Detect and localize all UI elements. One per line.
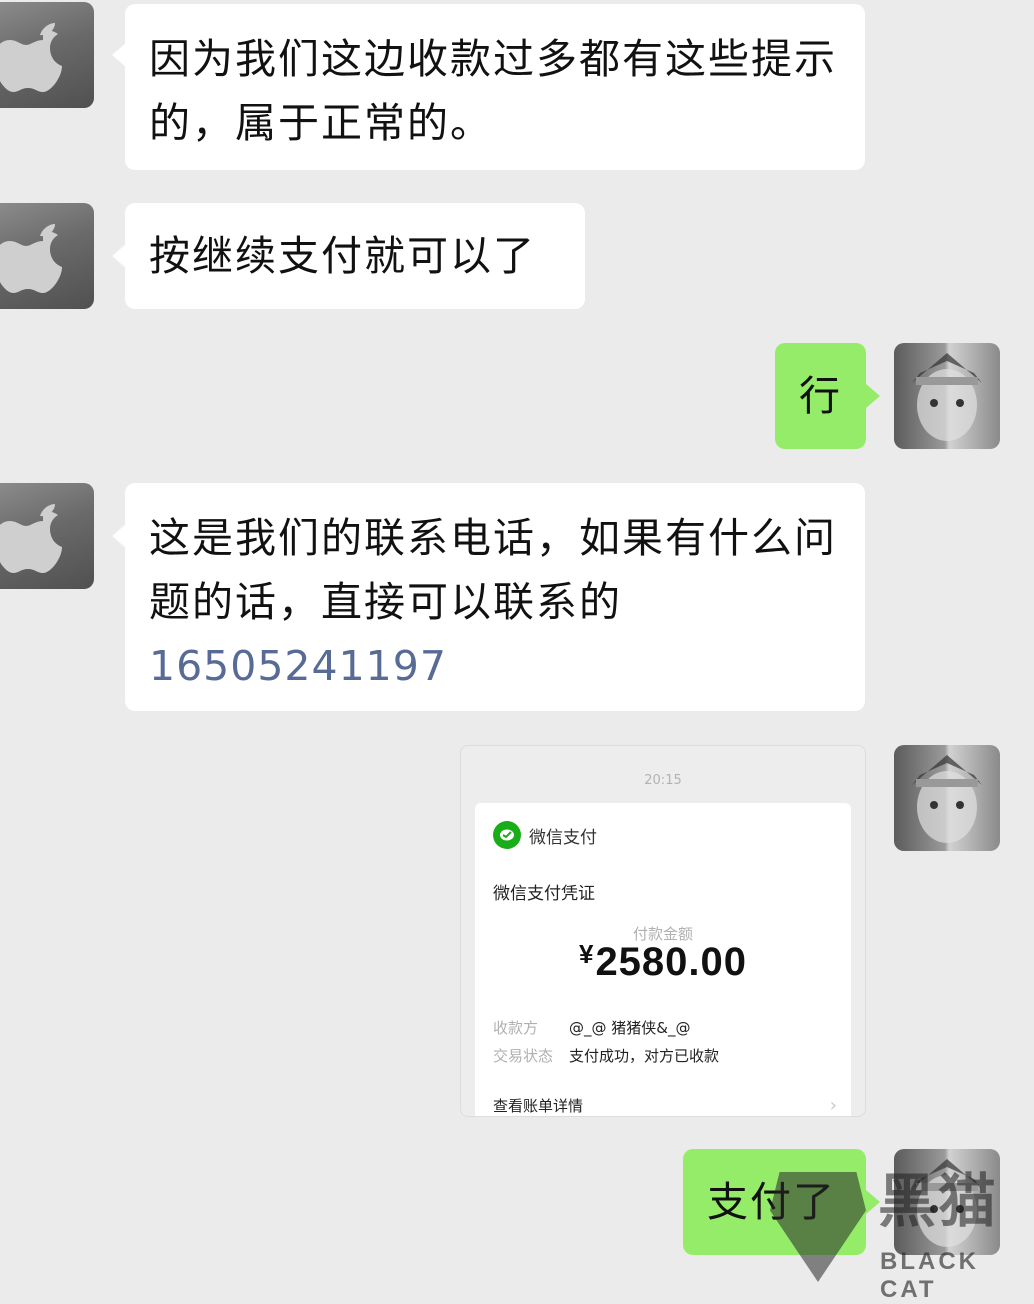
chevron-right-icon: › <box>829 1095 837 1116</box>
black-cat-watermark: 黑猫 BLACK CAT <box>770 1160 1034 1303</box>
bubble-tail <box>112 524 126 548</box>
message-bubble[interactable]: 行 <box>775 343 866 449</box>
payee-label: 收款方 <box>493 1019 539 1037</box>
amount-value: 2580.00 <box>595 940 748 984</box>
watermark-en: BLACK CAT <box>880 1248 979 1303</box>
message-text: 按继续支付就可以了 <box>149 232 536 280</box>
apple-avatar[interactable] <box>0 203 94 309</box>
view-bill-details-label: 查看账单详情 <box>493 1097 584 1115</box>
payment-voucher-body: 微信支付 微信支付凭证 付款金额 ¥2580.00 收款方 @_@ 猪猪侠&_@… <box>475 803 851 1116</box>
amount: ¥2580.00 <box>475 939 851 985</box>
user-avatar[interactable] <box>894 745 1000 851</box>
card-timestamp: 20:15 <box>644 773 682 788</box>
view-bill-details-link[interactable]: 查看账单详情 › <box>493 1095 837 1116</box>
message-text: 因为我们这边收款过多都有这些提示的，属于正常的。 <box>149 35 837 147</box>
bubble-tail <box>866 384 880 408</box>
status-value: 支付成功，对方已收款 <box>569 1047 720 1065</box>
apple-logo-icon <box>0 224 62 293</box>
apple-avatar[interactable] <box>0 483 94 589</box>
voucher-title: 微信支付凭证 <box>493 884 595 904</box>
apple-logo-icon <box>0 23 62 92</box>
apple-logo-icon <box>0 504 62 573</box>
payee-value: @_@ 猪猪侠&_@ <box>569 1019 691 1037</box>
message-bubble[interactable]: 按继续支付就可以了 <box>125 203 585 309</box>
message-bubble[interactable]: 这是我们的联系电话，如果有什么问题的话，直接可以联系的 16505241197 <box>125 483 865 711</box>
status-label: 交易状态 <box>493 1047 554 1065</box>
watermark-cn: 黑猫 <box>878 1167 999 1235</box>
currency-symbol: ¥ <box>578 939 594 969</box>
apple-avatar[interactable] <box>0 2 94 108</box>
bubble-tail <box>112 244 126 268</box>
wechat-pay-icon <box>493 821 521 849</box>
anime-face-icon <box>912 755 982 843</box>
payee-row: 收款方 @_@ 猪猪侠&_@ <box>493 1017 690 1038</box>
anime-face-icon <box>912 353 982 441</box>
message-text: 这是我们的联系电话，如果有什么问题的话，直接可以联系的 <box>149 514 837 626</box>
payment-voucher-card[interactable]: 20:15 微信支付 微信支付凭证 付款金额 ¥2580.00 收款方 @_@ … <box>460 745 866 1117</box>
bubble-tail <box>112 43 126 67</box>
message-text: 行 <box>799 372 842 420</box>
cat-shield-icon <box>770 1172 866 1282</box>
message-bubble[interactable]: 因为我们这边收款过多都有这些提示的，属于正常的。 <box>125 4 865 170</box>
phone-number-link[interactable]: 16505241197 <box>149 642 447 690</box>
wechat-pay-name: 微信支付 <box>529 827 597 848</box>
wechat-pay-header: 微信支付 <box>493 821 597 849</box>
status-row: 交易状态 支付成功，对方已收款 <box>493 1045 719 1066</box>
user-avatar[interactable] <box>894 343 1000 449</box>
